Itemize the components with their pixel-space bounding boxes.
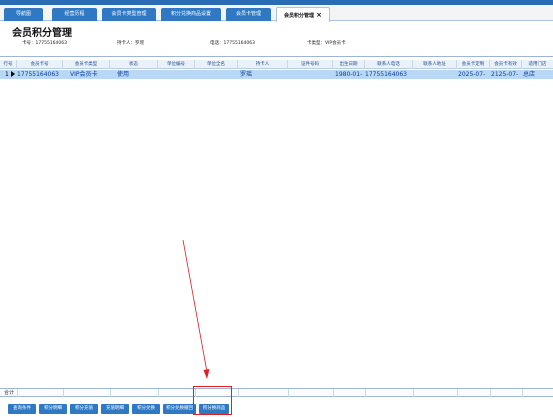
annotation-arrow-icon [182,239,210,379]
